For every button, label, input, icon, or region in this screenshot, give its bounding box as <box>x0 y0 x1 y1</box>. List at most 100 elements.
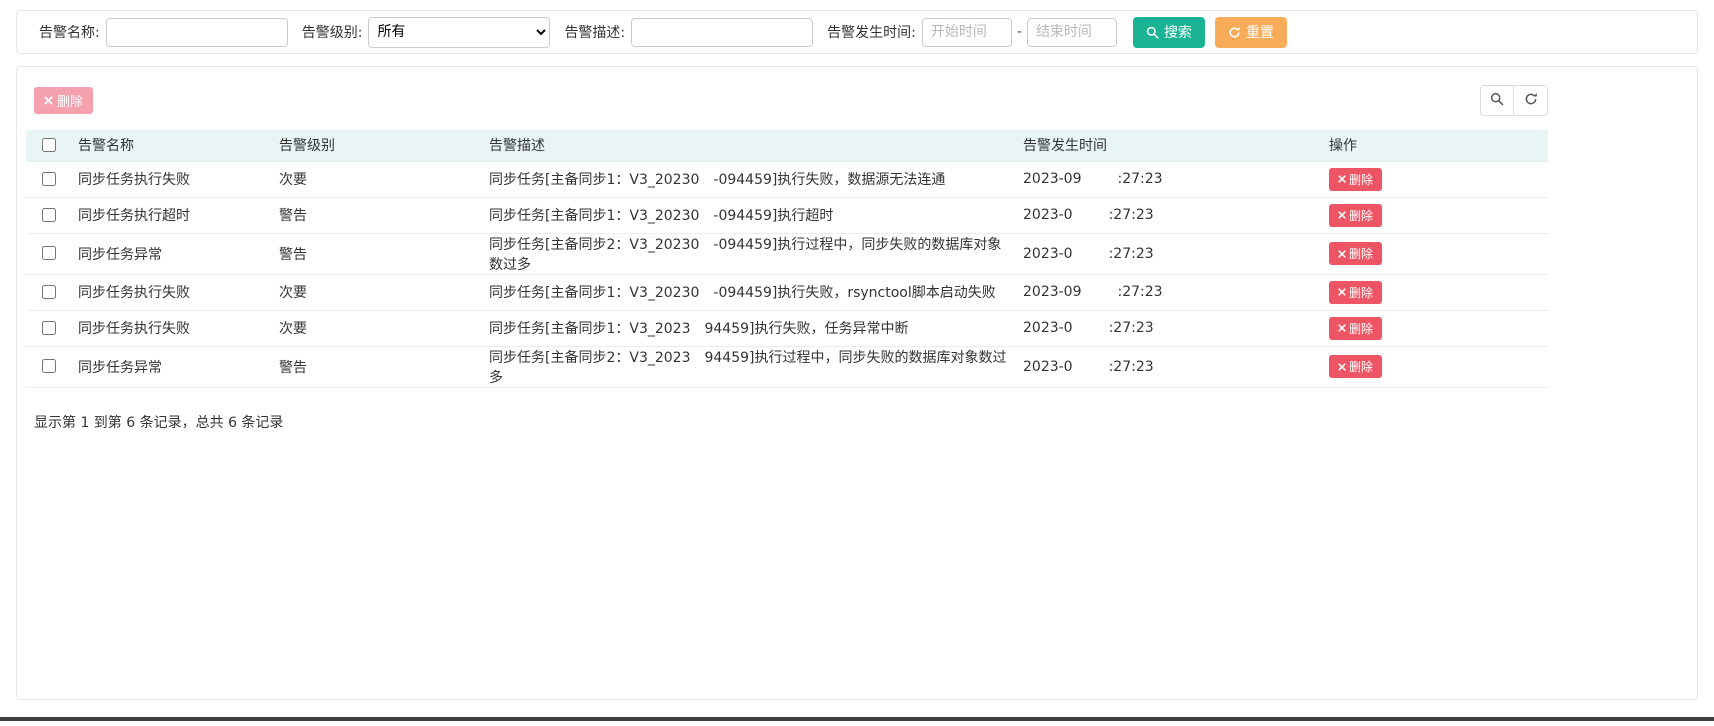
row-delete-button[interactable]: 删除 <box>1329 242 1383 265</box>
cell-alarm-level: 警告 <box>271 346 481 388</box>
cell-alarm-name: 同步任务执行失败 <box>70 310 271 347</box>
row-checkbox[interactable] <box>41 359 56 373</box>
cell-action: 删除 <box>1321 197 1548 234</box>
row-delete-button[interactable]: 删除 <box>1329 167 1383 191</box>
time-range-separator: - <box>1016 24 1022 40</box>
alarm-desc-header: 告警描述 <box>481 130 1015 162</box>
row-checkbox[interactable] <box>41 320 56 335</box>
refresh-icon <box>1524 92 1538 109</box>
alarm-table-panel: 删除 告警名称 告警级别 告警描述 告警发生时间 操作 同步任务执行失败 次要 … <box>16 66 1698 700</box>
desc-suffix: -094459]执行超时 <box>713 208 834 224</box>
cell-alarm-level: 次要 <box>271 310 481 347</box>
time-prefix: 2023-0 <box>1023 320 1073 336</box>
desc-prefix: 同步任务[主备同步1：V3_20230 <box>489 208 700 224</box>
row-delete-button[interactable]: 删除 <box>1329 355 1383 378</box>
x-icon <box>1338 175 1346 183</box>
cell-alarm-desc: 同步任务[主备同步2：V3_20230 -094459]执行过程中，同步失败的数据… <box>481 233 1015 275</box>
cell-action: 删除 <box>1321 233 1548 275</box>
alarm-name-input[interactable] <box>105 17 288 47</box>
row-delete-label: 删除 <box>1349 285 1374 300</box>
record-summary: 显示第 1 到第 6 条记录，总共 6 条记录 <box>34 414 284 431</box>
desc-prefix: 同步任务[主备同步1：V3_2023 <box>489 321 691 337</box>
time-prefix: 2023-09 <box>1023 284 1082 300</box>
reset-button-label: 重置 <box>1245 25 1274 41</box>
cell-alarm-time: 2023-0:27:23 <box>1015 346 1321 388</box>
x-icon <box>1338 288 1346 296</box>
search-icon <box>1490 92 1504 109</box>
cell-alarm-level: 警告 <box>271 233 481 275</box>
row-checkbox[interactable] <box>41 284 56 299</box>
table-row: 同步任务执行失败 次要 同步任务[主备同步1：V3_20230 -094459]执… <box>26 274 1548 311</box>
time-suffix: :27:23 <box>1117 284 1163 300</box>
start-time-input[interactable] <box>921 17 1012 47</box>
alarm-level-select[interactable]: 所有 <box>368 16 551 48</box>
time-suffix: :27:23 <box>1108 245 1154 262</box>
table-refresh-button[interactable] <box>1514 85 1548 116</box>
time-prefix: 2023-0 <box>1023 245 1073 262</box>
time-suffix: :27:23 <box>1117 171 1163 187</box>
table-search-button[interactable] <box>1480 85 1514 116</box>
table-tools <box>1480 85 1548 116</box>
alarm-time-label: 告警发生时间: <box>827 25 916 41</box>
table-row: 同步任务异常 警告 同步任务[主备同步2：V3_2023 94459]执行过程中，… <box>26 346 1548 388</box>
time-prefix: 2023-0 <box>1023 207 1073 223</box>
alarm-desc-input[interactable] <box>631 17 814 47</box>
desc-suffix: -094459]执行失败，rsynctool脚本启动失败 <box>713 285 996 301</box>
table-row: 同步任务执行失败 次要 同步任务[主备同步1：V3_20230 -094459]执… <box>26 161 1548 198</box>
search-button[interactable]: 搜索 <box>1132 16 1205 48</box>
action-header: 操作 <box>1321 130 1548 162</box>
x-icon <box>1338 362 1346 371</box>
cell-alarm-name: 同步任务执行失败 <box>70 274 271 311</box>
cell-action: 删除 <box>1321 310 1548 347</box>
bottom-border-line <box>0 717 1714 721</box>
cell-alarm-level: 警告 <box>271 197 481 234</box>
bulk-delete-button[interactable]: 删除 <box>34 87 94 114</box>
desc-prefix: 同步任务[主备同步1：V3_20230 <box>489 172 700 188</box>
cell-alarm-time: 2023-09:27:23 <box>1015 161 1321 198</box>
alarm-table: 告警名称 告警级别 告警描述 告警发生时间 操作 同步任务执行失败 次要 同步任… <box>26 130 1548 388</box>
row-delete-label: 删除 <box>1349 172 1374 187</box>
cell-alarm-time: 2023-0:27:23 <box>1015 197 1321 234</box>
alarm-level-header: 告警级别 <box>271 130 481 162</box>
cell-alarm-time: 2023-0 :27:23 <box>1015 310 1321 347</box>
table-row: 同步任务异常 警告 同步任务[主备同步2：V3_20230 -094459]执行过… <box>26 233 1548 275</box>
search-button-label: 搜索 <box>1163 25 1192 41</box>
row-delete-button[interactable]: 删除 <box>1329 316 1383 340</box>
cell-action: 删除 <box>1321 161 1548 198</box>
cell-alarm-name: 同步任务执行失败 <box>70 161 271 198</box>
alarm-name-header: 告警名称 <box>70 130 271 162</box>
alarm-level-label: 告警级别: <box>301 25 363 41</box>
row-delete-label: 删除 <box>1349 208 1374 223</box>
cell-alarm-desc: 同步任务[主备同步1：V3_20230 -094459]执行失败，rsynctoo… <box>481 274 1015 311</box>
end-time-input[interactable] <box>1026 17 1117 47</box>
x-icon <box>1338 324 1346 332</box>
cell-alarm-name: 同步任务异常 <box>70 233 271 275</box>
row-delete-button[interactable]: 删除 <box>1329 203 1383 227</box>
alarm-desc-label: 告警描述: <box>564 25 626 41</box>
desc-prefix: 同步任务[主备同步2：V3_20230 <box>489 236 700 253</box>
cell-alarm-desc: 同步任务[主备同步2：V3_2023 94459]执行过程中，同步失败的数据库对象… <box>481 346 1015 388</box>
desc-prefix: 同步任务[主备同步2：V3_2023 <box>489 349 691 366</box>
select-all-checkbox[interactable] <box>41 137 56 152</box>
row-delete-button[interactable]: 删除 <box>1329 280 1383 304</box>
cell-alarm-desc: 同步任务[主备同步1：V3_2023 94459]执行失败，任务异常中断 <box>481 310 1015 347</box>
desc-suffix: 94459]执行失败，任务异常中断 <box>704 321 909 337</box>
desc-suffix: -094459]执行失败，数据源无法连通 <box>713 172 946 188</box>
table-row: 同步任务执行超时 警告 同步任务[主备同步1：V3_20230 -094459]执… <box>26 197 1548 234</box>
table-body: 同步任务执行失败 次要 同步任务[主备同步1：V3_20230 -094459]执… <box>26 161 1548 388</box>
cell-alarm-time: 2023-0 :27:23 <box>1015 233 1321 275</box>
cell-alarm-desc: 同步任务[主备同步1：V3_20230 -094459]执行超时 <box>481 197 1015 234</box>
alarm-time-header: 告警发生时间 <box>1015 130 1321 162</box>
bulk-delete-label: 删除 <box>57 95 84 110</box>
row-delete-label: 删除 <box>1349 321 1374 336</box>
desc-prefix: 同步任务[主备同步1：V3_20230 <box>489 285 700 301</box>
row-checkbox[interactable] <box>41 207 56 222</box>
row-checkbox[interactable] <box>41 246 56 260</box>
row-checkbox[interactable] <box>41 171 56 186</box>
time-suffix: :27:23 <box>1108 320 1154 336</box>
cell-alarm-name: 同步任务执行超时 <box>70 197 271 234</box>
cell-alarm-name: 同步任务异常 <box>70 346 271 388</box>
reset-button[interactable]: 重置 <box>1214 16 1287 48</box>
cell-action: 删除 <box>1321 274 1548 311</box>
cell-alarm-desc: 同步任务[主备同步1：V3_20230 -094459]执行失败，数据源无法连通 <box>481 161 1015 198</box>
